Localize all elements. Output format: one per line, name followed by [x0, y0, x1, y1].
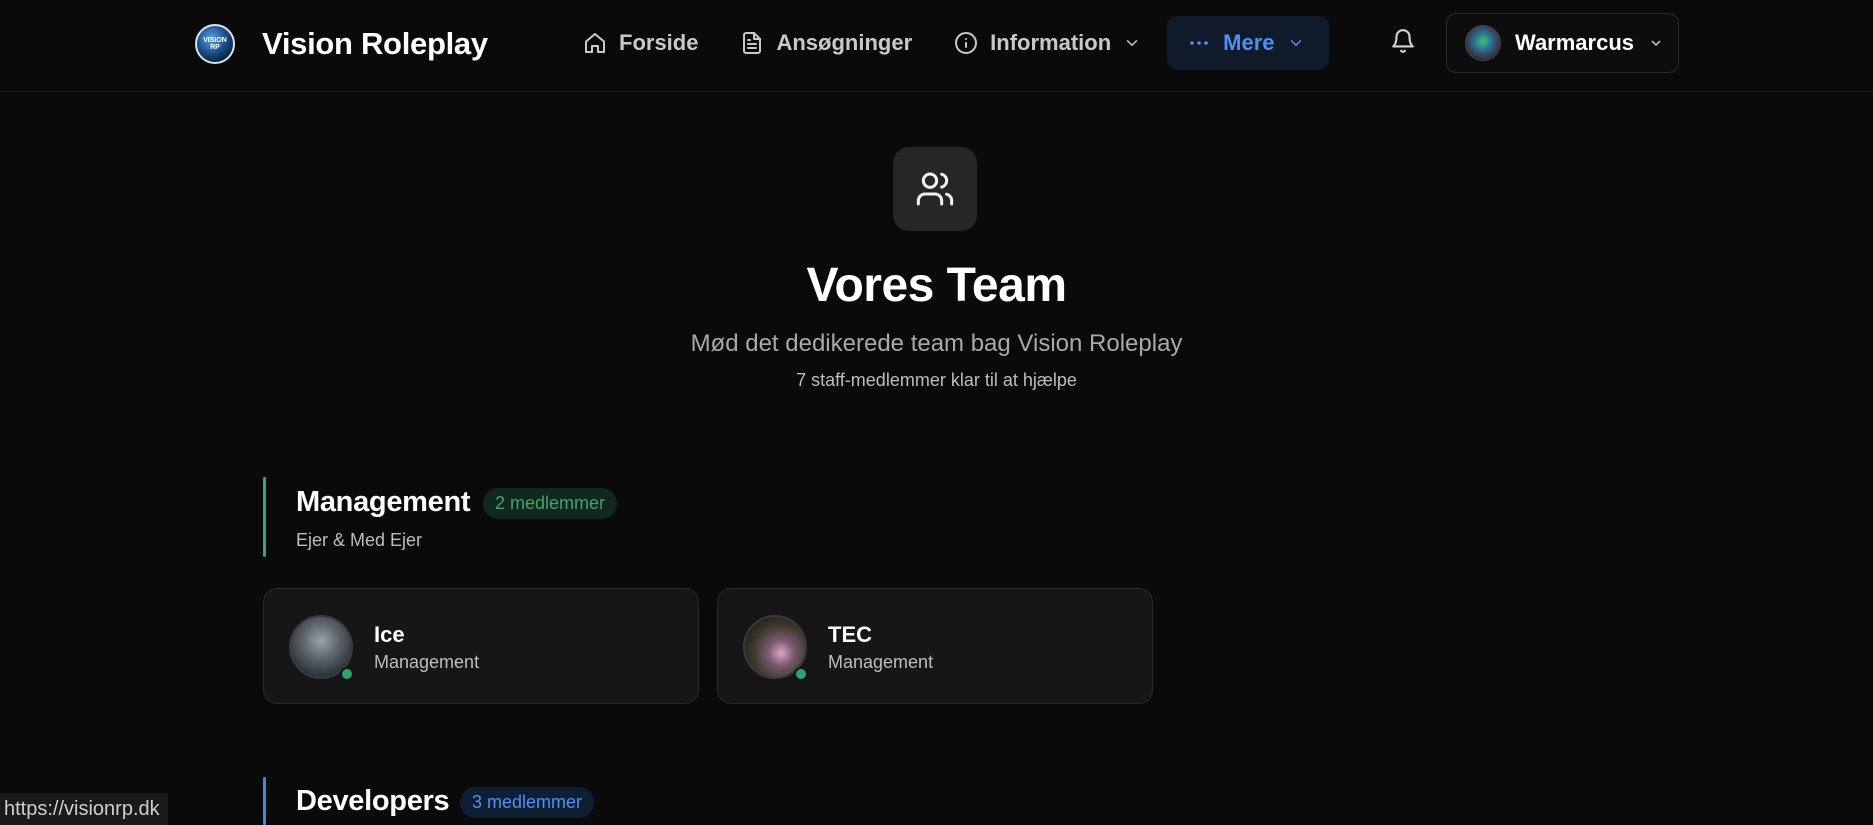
nav-mere-label: Mere — [1223, 30, 1275, 55]
brand-name: Vision Roleplay — [262, 26, 488, 61]
member-name: TEC — [828, 622, 872, 647]
brand[interactable]: VISION RP Vision Roleplay — [195, 24, 488, 64]
nav-ansoegninger[interactable]: Ansøgninger — [740, 16, 912, 70]
info-icon — [955, 32, 978, 54]
management-accent-bar — [263, 477, 266, 557]
management-member-badge: 2 medlemmer — [483, 488, 618, 519]
online-status-dot — [340, 667, 354, 681]
nav-information[interactable]: Information — [954, 16, 1141, 70]
bell-icon — [1392, 29, 1414, 53]
chevron-down-icon — [1126, 40, 1138, 46]
online-status-dot — [794, 667, 808, 681]
user-name: Warmarcus — [1515, 30, 1635, 55]
link-preview-url: https://visionrp.dk — [0, 793, 168, 825]
avatar — [1465, 25, 1501, 61]
nav-information-label: Information — [990, 30, 1112, 55]
top-navbar: VISION RP Vision Roleplay Forside Ansøgni… — [0, 0, 1873, 92]
section-title-management: Management — [296, 486, 471, 518]
section-description-management: Ejer & Med Ejer — [296, 530, 423, 550]
users-icon — [916, 172, 954, 206]
member-card-tec[interactable]: TEC Management — [717, 588, 1153, 704]
chevron-down-icon — [1290, 40, 1301, 46]
user-menu-button[interactable]: Warmarcus — [1446, 13, 1679, 73]
chevron-down-icon — [1651, 40, 1661, 47]
home-icon — [585, 33, 605, 53]
member-name: Ice — [374, 622, 405, 647]
logo-icon: VISION RP — [195, 24, 235, 64]
nav-forside-label: Forside — [619, 30, 699, 55]
member-role: Management — [828, 652, 934, 672]
nav-forside[interactable]: Forside — [583, 16, 698, 70]
developers-member-badge: 3 medlemmer — [460, 787, 595, 818]
document-icon — [743, 32, 762, 54]
nav-mere[interactable]: Mere — [1167, 16, 1329, 70]
notifications-button[interactable] — [1390, 28, 1420, 58]
team-icon-tile — [893, 147, 977, 231]
page-title: Vores Team — [806, 259, 1067, 312]
more-dots-icon — [1190, 41, 1208, 45]
staff-count: 7 staff-medlemmer klar til at hjælpe — [796, 370, 1077, 390]
page-subtitle: Mød det dedikerede team bag Vision Rolep… — [690, 330, 1183, 357]
section-title-developers: Developers — [296, 785, 450, 817]
member-card-ice[interactable]: Ice Management — [263, 588, 699, 704]
member-role: Management — [374, 652, 480, 672]
main-nav: Forside Ansøgninger Information Mere — [583, 16, 1329, 70]
developers-accent-bar — [263, 777, 266, 825]
nav-ansoegninger-label: Ansøgninger — [776, 30, 913, 55]
